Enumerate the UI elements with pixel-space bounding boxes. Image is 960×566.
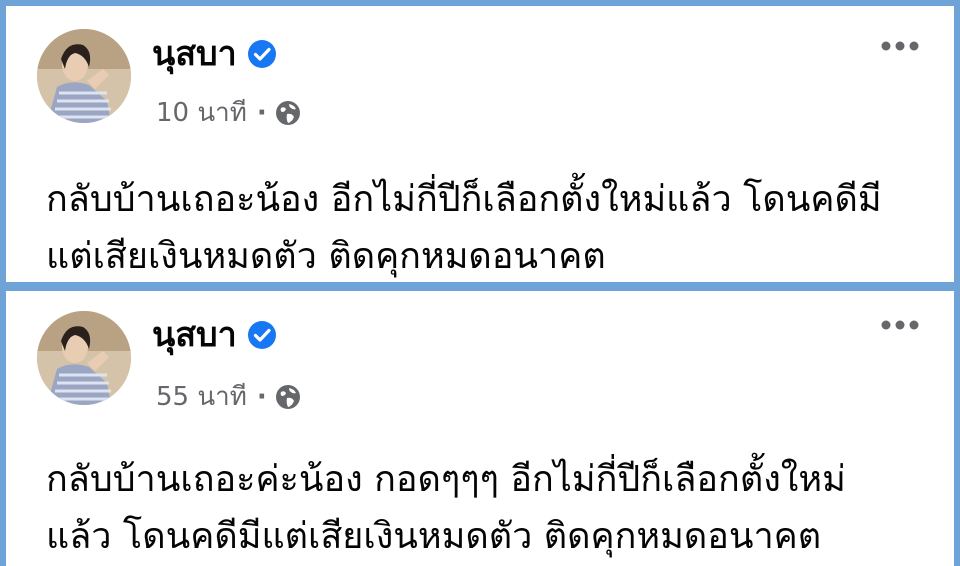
- author-avatar[interactable]: [37, 311, 131, 405]
- post-meta: 55 นาที ·: [156, 380, 301, 414]
- post-body-text: กลับบ้านเถอะค่ะน้อง กอดๆๆๆ อีกไม่กี่ปีก็…: [46, 459, 846, 557]
- author-avatar[interactable]: [37, 29, 131, 123]
- post-card: นุสบา 10 นาที · กลับบ้านเถอะน้อง อีกไม่ก…: [6, 6, 954, 282]
- post-timestamp[interactable]: 55 นาที: [156, 380, 247, 414]
- more-options-icon: [881, 320, 919, 330]
- author-name[interactable]: นุสบา: [152, 313, 237, 357]
- more-options-button[interactable]: [880, 36, 920, 56]
- avatar-photo: [37, 311, 131, 405]
- verified-badge-icon: [247, 40, 276, 68]
- avatar-photo: [37, 29, 131, 123]
- author-name-row: นุสบา: [152, 32, 277, 76]
- meta-separator: ·: [256, 98, 267, 128]
- meta-separator: ·: [256, 382, 267, 412]
- post-timestamp[interactable]: 10 นาที: [156, 96, 247, 130]
- post-meta: 10 นาที ·: [156, 96, 301, 130]
- post-card: นุสบา 55 นาที · กลับบ้านเถอะค่ะน้อง กอดๆ…: [6, 291, 954, 566]
- author-name-row: นุสบา: [152, 313, 277, 357]
- post-body-text: กลับบ้านเถอะน้อง อีกไม่กี่ปีก็เลือกตั้งใ…: [46, 179, 882, 277]
- globe-icon[interactable]: [275, 100, 301, 126]
- author-name[interactable]: นุสบา: [152, 32, 237, 76]
- more-options-icon: [881, 41, 919, 51]
- more-options-button[interactable]: [880, 315, 920, 335]
- verified-badge-icon: [247, 321, 276, 349]
- globe-icon[interactable]: [275, 384, 301, 410]
